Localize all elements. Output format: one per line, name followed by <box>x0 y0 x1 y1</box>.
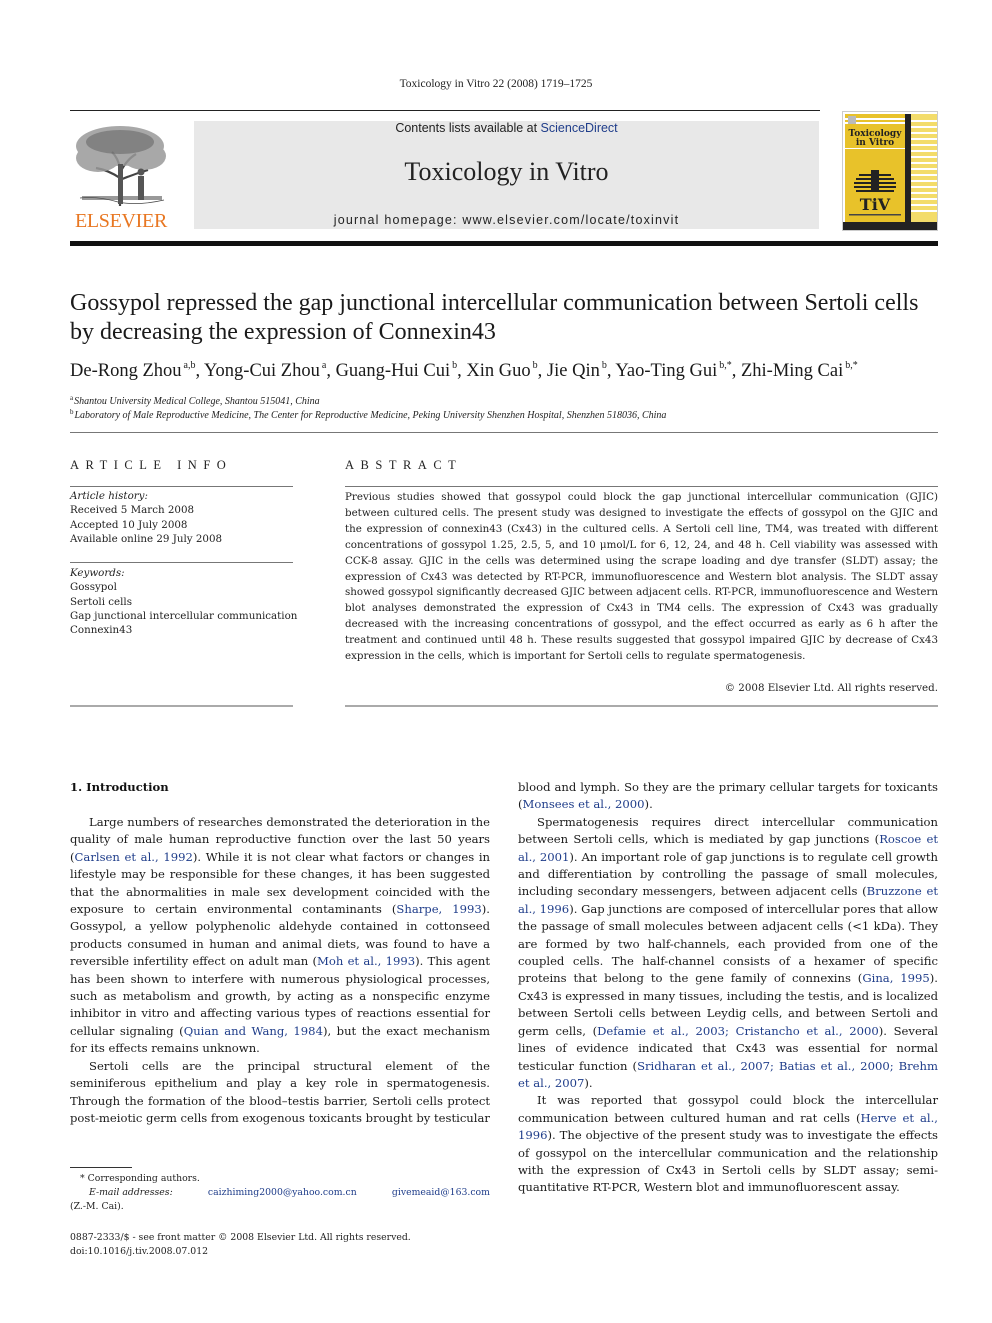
citation-link[interactable]: Monsees et al., 2000 <box>523 797 645 811</box>
section-heading-introduction: 1. Introduction <box>70 780 169 794</box>
body-text: ). <box>644 797 653 812</box>
abstract-text: Previous studies showed that gossypol co… <box>345 491 938 663</box>
article-info-heading: ARTICLE INFO <box>70 458 233 472</box>
corresponding-footnote: * Corresponding authors. E-mail addresse… <box>70 1172 490 1214</box>
citation-link[interactable]: Sharpe, 1993 <box>396 902 481 916</box>
body-paragraph: Large numbers of researches demonstrated… <box>70 814 490 1058</box>
keyword[interactable]: Gossypol <box>70 580 310 594</box>
article-title: Gossypol repressed the gap junctional in… <box>70 290 919 345</box>
email-label: E-mail addresses: <box>89 1187 173 1198</box>
email-link[interactable]: givemeaid@163.com <box>392 1186 490 1200</box>
masthead-rule <box>70 241 938 246</box>
history-received: Received 5 March 2008 <box>70 504 195 517</box>
elsevier-wordmark[interactable]: ELSEVIER <box>68 210 174 233</box>
body-right-column: blood and lymph. So they are the primary… <box>518 779 938 1197</box>
body-text: ). <box>584 1075 593 1090</box>
journal-banner: Contents lists available at ScienceDirec… <box>194 121 819 229</box>
author[interactable]: Zhi-Ming Cai b,* <box>741 360 858 381</box>
body-text: Sertoli cells are the principal structur… <box>70 1058 490 1125</box>
affiliation-rule <box>70 432 938 433</box>
article-info-bottom-rule <box>70 705 293 707</box>
header-rule <box>70 110 820 111</box>
author[interactable]: De-Rong Zhou a,b <box>70 360 195 381</box>
author[interactable]: Xin Guo b <box>466 360 537 381</box>
front-matter: 0887-2333/$ - see front matter © 2008 El… <box>70 1231 510 1259</box>
email-owner: (Z.-M. Cai). <box>70 1201 124 1212</box>
keywords: Keywords: Gossypol Sertoli cells Gap jun… <box>70 566 310 637</box>
footnote-rule <box>70 1167 132 1168</box>
citation-link[interactable]: Carlsen et al., 1992 <box>75 850 193 864</box>
citation-link[interactable]: Gina, 1995 <box>862 971 929 985</box>
keyword[interactable]: Sertoli cells <box>70 595 310 609</box>
body-text: ). The objective of the present study wa… <box>518 1128 938 1195</box>
sciencedirect-link[interactable]: ScienceDirect <box>541 121 618 135</box>
citation-link[interactable]: Moh et al., 1993 <box>317 954 415 968</box>
keyword[interactable]: Connexin43 <box>70 623 310 637</box>
history-online: Available online 29 July 2008 <box>70 532 223 545</box>
author[interactable]: Jie Qin b <box>547 360 607 381</box>
history-accepted: Accepted 10 July 2008 <box>70 518 188 531</box>
body-paragraph: Spermatogenesis requires direct intercel… <box>518 814 938 1093</box>
author[interactable]: Guang-Hui Cui b <box>336 360 458 381</box>
running-head: Toxicology in Vitro 22 (2008) 1719–1725 <box>399 78 593 90</box>
abstract-heading: ABSTRACT <box>345 458 463 472</box>
corresponding-authors: * Corresponding authors. <box>80 1173 200 1184</box>
author-list: De-Rong Zhou a,b, Yong-Cui Zhou a, Guang-H… <box>70 360 858 381</box>
journal-homepage-link[interactable]: journal homepage: www.elsevier.com/locat… <box>194 213 819 227</box>
keyword[interactable]: Gap junctional intercellular communicati… <box>70 609 310 623</box>
author[interactable]: Yong-Cui Zhou a <box>204 360 326 381</box>
body-paragraph: It was reported that gossypol could bloc… <box>518 1092 938 1196</box>
abstract-copyright: © 2008 Elsevier Ltd. All rights reserved… <box>724 682 938 694</box>
abstract-rule <box>345 486 938 487</box>
contents-line: Contents lists available at ScienceDirec… <box>194 121 819 135</box>
body-paragraph: blood and lymph. So they are the primary… <box>518 779 938 814</box>
abstract-bottom-rule <box>345 705 938 707</box>
affiliation-a: aShantou University Medical College, Sha… <box>70 394 320 407</box>
article-history: Article history: Received 5 March 2008 A… <box>70 489 300 546</box>
email-link[interactable]: caizhiming2000@yahoo.com.cn <box>208 1186 357 1200</box>
affiliation-b: bLaboratory of Male Reproductive Medicin… <box>70 408 667 421</box>
cover-logo-text: TiV <box>860 195 891 214</box>
body-text: Spermatogenesis requires direct intercel… <box>518 814 938 847</box>
contents-prefix: Contents lists available at <box>395 121 541 135</box>
doi-link[interactable]: doi:10.1016/j.tiv.2008.07.012 <box>70 1245 510 1259</box>
citation-link[interactable]: Quian and Wang, 1984 <box>184 1024 323 1038</box>
author[interactable]: Yao-Ting Gui b,* <box>615 360 731 381</box>
journal-title: Toxicology in Vitro <box>404 157 609 186</box>
article-info-rule <box>70 486 293 487</box>
keywords-rule <box>70 562 293 563</box>
journal-cover-image[interactable]: Toxicology in Vitro TiV <box>842 111 938 231</box>
citation-link[interactable]: Defamie et al., 2003; Cristancho et al.,… <box>597 1024 879 1038</box>
issn-line: 0887-2333/$ - see front matter © 2008 El… <box>70 1232 411 1243</box>
body-left-column: Large numbers of researches demonstrated… <box>70 814 490 1127</box>
cover-title-line2: in Vitro <box>856 138 894 148</box>
body-paragraph: Sertoli cells are the principal structur… <box>70 1058 490 1128</box>
